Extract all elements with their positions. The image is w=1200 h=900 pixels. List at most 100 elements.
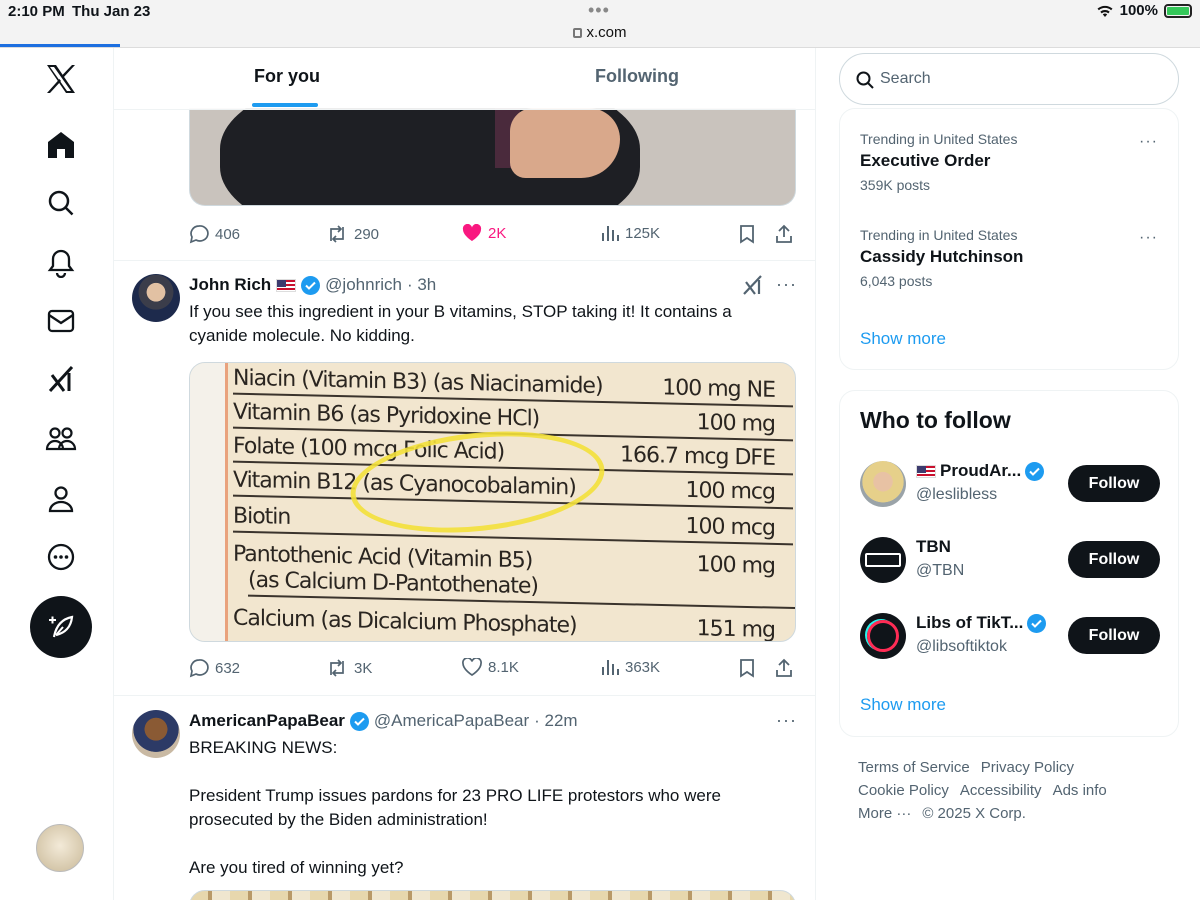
address-bar[interactable]: x.com: [0, 24, 1200, 41]
tweet-header: John Rich @johnrich · 3h: [189, 275, 436, 295]
search-icon: [856, 71, 874, 89]
views-count: 363K: [625, 658, 661, 676]
tweet-time[interactable]: · 3h: [407, 275, 436, 295]
x-logo-icon[interactable]: [38, 56, 84, 102]
follow-suggestion[interactable]: Libs of TikT... @libsoftiktok Follow: [860, 613, 1160, 663]
account-avatar[interactable]: [36, 824, 84, 872]
like-count: 8.1K: [488, 658, 519, 676]
tweet-text: If you see this ingredient in your B vit…: [189, 302, 737, 345]
author-handle[interactable]: @johnrich: [325, 275, 402, 295]
suggestion-name: TBN: [916, 537, 951, 556]
suggestion-handle: @libsoftiktok: [916, 638, 1007, 655]
repost-count: 3K: [354, 659, 373, 677]
footer-link-terms[interactable]: Terms of Service: [858, 759, 970, 776]
search-input[interactable]: Search: [839, 53, 1179, 105]
author-handle[interactable]: @AmericaPapaBear: [374, 711, 529, 731]
footer-link-accessibility[interactable]: Accessibility: [960, 782, 1042, 799]
grok-icon: [48, 365, 74, 393]
tweet-text: BREAKING NEWS: President Trump issues pa…: [189, 738, 721, 877]
libs-of-tiktok-logo-icon: [867, 620, 899, 652]
active-tab-indicator: [252, 103, 318, 107]
repost-button[interactable]: 3K: [326, 658, 372, 678]
like-button[interactable]: 8.1K: [462, 658, 519, 676]
footer-links: Terms of Service Privacy Policy Cookie Po…: [858, 756, 1158, 825]
us-flag-icon: [276, 278, 297, 292]
trend-context: Trending in United States: [860, 227, 1018, 243]
tweet-divider: [114, 260, 815, 261]
tweet-actions: 406 290 2K 125K: [189, 224, 799, 248]
tweet-time[interactable]: · 22m: [534, 711, 577, 731]
follow-button[interactable]: Follow: [1068, 465, 1160, 502]
author-avatar[interactable]: [132, 274, 180, 322]
like-icon: [462, 658, 482, 676]
tweet-image-vitamin-label[interactable]: Niacin (Vitamin B3) (as Niacinamide) 100 …: [189, 362, 796, 642]
sidebar-item-communities[interactable]: [38, 416, 84, 462]
battery-icon: [1164, 3, 1192, 18]
compose-feather-icon: [49, 615, 74, 638]
footer-link-ads[interactable]: Ads info: [1053, 782, 1107, 799]
tweet-more-icon[interactable]: ···: [776, 274, 797, 295]
trend-count: 359K posts: [860, 177, 931, 193]
follow-button[interactable]: Follow: [1068, 617, 1160, 654]
author-avatar[interactable]: [132, 710, 180, 758]
page-load-progress: [0, 44, 120, 47]
multitask-dots-icon[interactable]: •••: [588, 0, 610, 21]
trend-context: Trending in United States: [860, 131, 1018, 147]
tab-for-you[interactable]: For you: [254, 66, 320, 87]
trend-item[interactable]: Trending in United States Cassidy Hutchi…: [860, 227, 1160, 289]
grok-explain-icon[interactable]: [742, 274, 764, 301]
author-name[interactable]: AmericanPapaBear: [189, 711, 345, 731]
sidebar-item-notifications[interactable]: [38, 240, 84, 286]
sidebar-item-messages[interactable]: [38, 298, 84, 344]
suggestion-handle: @TBN: [916, 562, 965, 579]
trend-more-icon[interactable]: ···: [1139, 229, 1158, 247]
sidebar-item-grok[interactable]: [38, 356, 84, 402]
footer-link-privacy[interactable]: Privacy Policy: [981, 759, 1074, 776]
repost-count: 290: [354, 225, 380, 243]
share-button[interactable]: [775, 224, 793, 244]
reply-button[interactable]: 406: [189, 224, 240, 244]
tweet-image[interactable]: [189, 890, 796, 900]
status-bar: 2:10 PM Thu Jan 23 ••• x.com 100%: [0, 0, 1200, 48]
notifications-icon: [47, 249, 75, 278]
sidebar-nav: [0, 48, 114, 900]
follow-suggestion[interactable]: TBN @TBN Follow: [860, 537, 1160, 587]
footer-link-cookie[interactable]: Cookie Policy: [858, 782, 949, 799]
profile-icon: [48, 486, 74, 513]
suggestion-name: ProudAr...: [940, 461, 1022, 480]
tweet-more-icon[interactable]: ···: [776, 710, 797, 731]
follow-suggestion[interactable]: ProudAr... @leslibless Follow: [860, 461, 1160, 511]
views-button[interactable]: 125K: [601, 224, 660, 242]
share-button[interactable]: [775, 658, 793, 678]
footer-link-more[interactable]: More ···: [858, 805, 911, 822]
reply-count: 632: [215, 659, 241, 677]
compose-post-button[interactable]: [30, 596, 92, 658]
messages-icon: [47, 309, 75, 333]
sidebar-item-explore[interactable]: [38, 180, 84, 226]
sidebar-item-profile[interactable]: [38, 476, 84, 522]
views-button[interactable]: 363K: [601, 658, 660, 676]
views-icon: [602, 226, 619, 241]
us-flag-icon: [916, 464, 936, 478]
follow-button[interactable]: Follow: [1068, 541, 1160, 578]
bookmark-button[interactable]: [739, 224, 755, 244]
wifi-icon: [1097, 5, 1113, 17]
trend-item[interactable]: Trending in United States Executive Orde…: [860, 131, 1160, 193]
bookmark-button[interactable]: [739, 658, 755, 678]
tab-following[interactable]: Following: [595, 66, 679, 87]
like-button[interactable]: 2K: [462, 224, 506, 242]
repost-button[interactable]: 290: [326, 224, 379, 244]
trend-title: Executive Order: [860, 151, 991, 170]
bookmark-icon: [740, 225, 754, 244]
trend-more-icon[interactable]: ···: [1139, 133, 1158, 151]
sidebar-item-more[interactable]: [38, 534, 84, 580]
status-right: 100%: [1096, 2, 1192, 19]
reply-icon: [189, 225, 209, 244]
trends-show-more-link[interactable]: Show more: [860, 329, 946, 349]
author-name[interactable]: John Rich: [189, 275, 271, 295]
who-to-follow-show-more-link[interactable]: Show more: [860, 695, 946, 715]
tweet-image[interactable]: [189, 108, 796, 206]
like-count: 2K: [488, 224, 507, 242]
sidebar-item-home[interactable]: [38, 122, 84, 168]
reply-button[interactable]: 632: [189, 658, 240, 678]
